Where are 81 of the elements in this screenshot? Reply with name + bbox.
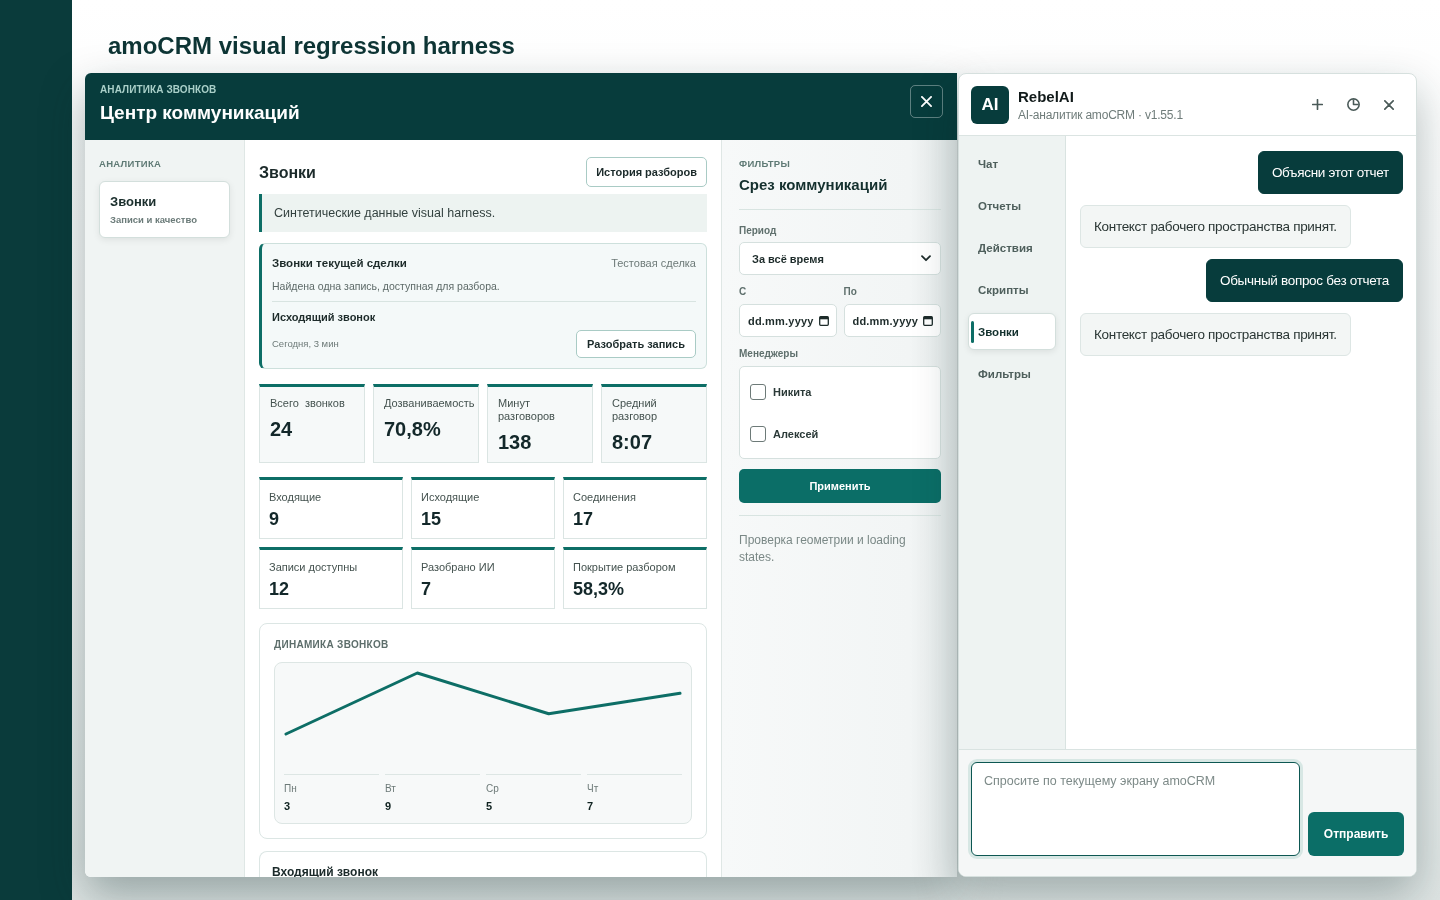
apply-button[interactable]: Применить (739, 469, 941, 503)
close-icon (921, 96, 932, 107)
nav-tab[interactable]: Действия (968, 229, 1056, 266)
user-message: Объясни этот отчет (1257, 151, 1403, 194)
send-button[interactable]: Отправить (1308, 812, 1404, 856)
call-title: Исходящий звонок (272, 311, 376, 324)
stat-value: 17 (573, 509, 594, 529)
day-count: 3 (284, 800, 291, 813)
modal-title: Центр коммуникаций (100, 102, 300, 124)
section-label: АНАЛИТИКА (99, 158, 162, 169)
calendar-icon (923, 315, 933, 326)
date-field[interactable]: dd.mm.yyyy (739, 304, 837, 337)
nav-item[interactable]: Звонки Записи и качество (99, 181, 230, 238)
stat-label: Соединения (573, 491, 636, 504)
filters-note: Проверка геометрии и loading states. (739, 532, 907, 566)
stat-value: 15 (421, 509, 442, 529)
close-icon (1384, 99, 1394, 110)
plus-icon (1311, 99, 1323, 110)
stat-value: 138 (498, 430, 532, 454)
stat-value: 24 (270, 417, 293, 441)
assistant-message: Контекст рабочего пространства принят. (1080, 205, 1351, 248)
stat-label: Входящие (269, 491, 322, 504)
stat-value: 9 (269, 509, 279, 529)
field-label: Период (739, 225, 777, 237)
stat-label: Всего звонков (270, 397, 345, 410)
stat-value: 7 (421, 579, 431, 599)
checkbox[interactable] (750, 426, 766, 442)
assistant-subtitle: AI-аналитик amoCRM · v1.55.1 (1018, 107, 1183, 122)
day-count: 7 (587, 800, 594, 813)
deal-summary: Найдена одна запись, доступная для разбора. (272, 280, 501, 293)
filters-title: Срез коммуникаций (739, 176, 889, 194)
nav-tab[interactable]: Чат (968, 145, 1056, 182)
user-message: Обычный вопрос без отчета (1205, 259, 1403, 302)
modal-eyebrow: АНАЛИТИКА ЗВОНКОВ (100, 84, 217, 96)
stat-value: 12 (269, 579, 290, 599)
assistant-name: RebelAI (1018, 87, 1074, 106)
day-label: Пн (284, 783, 297, 795)
notice-banner: Синтетические данные visual harness. (259, 194, 707, 232)
assistant-message: Контекст рабочего пространства принят. (1080, 313, 1351, 356)
stat-label: Покрытие разбором (573, 561, 676, 574)
app-logo: AI (971, 85, 1009, 124)
stat-label: Записи доступны (269, 561, 358, 574)
day-label: Ср (486, 783, 499, 795)
date-field[interactable]: dd.mm.yyyy (843, 304, 941, 337)
clock-icon (1346, 98, 1360, 111)
day-label: Вт (385, 783, 396, 795)
period-select[interactable]: За всё время (739, 242, 941, 275)
checkbox[interactable] (750, 384, 766, 400)
field-label: С (739, 286, 747, 298)
close-button[interactable] (910, 85, 943, 118)
call-meta: Сегодня, 3 мин (272, 338, 339, 350)
filters-eyebrow: ФИЛЬТРЫ (739, 158, 791, 169)
stat-value: 70,8% (384, 417, 441, 441)
section-title: Звонки (259, 162, 316, 182)
stat-label: Средний разговор (612, 397, 658, 423)
stat-label: Дозваниваемость (384, 397, 475, 410)
nav-tab[interactable]: Фильтры (968, 355, 1056, 392)
message-input[interactable]: Спросите по текущему экрану amoCRM (971, 762, 1301, 856)
history-button[interactable]: История разборов (586, 157, 707, 187)
trend-title: ДИНАМИКА ЗВОНКОВ (274, 639, 390, 651)
day-label: Чт (587, 783, 599, 795)
checkbox-label: Алексей (773, 427, 819, 441)
deal-name: Тестовая сделка (611, 256, 696, 270)
stat-label: Минут разговоров (498, 397, 556, 423)
field-label: По (843, 286, 857, 298)
stat-value: 8:07 (612, 430, 653, 454)
review-button[interactable]: Разобрать запись (576, 330, 696, 358)
day-count: 9 (385, 800, 392, 813)
checkbox-label: Никита (773, 385, 812, 399)
stat-value: 58,3% (573, 579, 625, 599)
chevron-down-icon (921, 255, 931, 262)
nav-tab[interactable]: Звонки (968, 313, 1056, 350)
field-label: Менеджеры (739, 348, 798, 360)
day-count: 5 (486, 800, 493, 813)
stat-label: Разобрано ИИ (421, 561, 495, 574)
nav-tab[interactable]: Скрипты (968, 271, 1056, 308)
deal-title: Звонки текущей сделки (272, 256, 407, 270)
page-title: amoCRM visual regression harness (108, 32, 515, 60)
calendar-icon (818, 315, 829, 326)
nav-tab[interactable]: Отчеты (968, 187, 1056, 224)
stat-label: Исходящие (421, 491, 480, 504)
